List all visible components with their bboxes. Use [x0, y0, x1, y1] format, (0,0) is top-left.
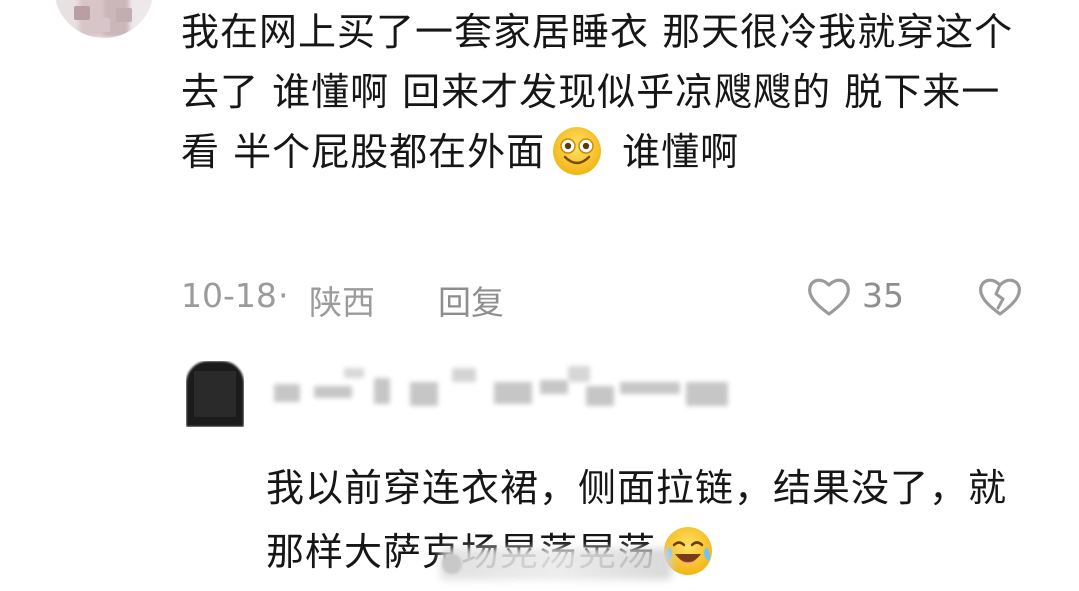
- redaction-block: [452, 368, 476, 382]
- reply-avatar[interactable]: [186, 361, 244, 427]
- redaction-block: [568, 366, 590, 382]
- redaction-block: [494, 382, 532, 404]
- commenter-avatar[interactable]: [54, 0, 154, 38]
- redaction-block: [314, 386, 352, 398]
- redaction-block: [686, 382, 728, 406]
- grinning-face-icon: [553, 127, 602, 175]
- redaction-block: [540, 380, 568, 394]
- redaction-block: [274, 384, 300, 402]
- heart-outline-icon[interactable]: [804, 272, 854, 322]
- comment-location: 陕西: [309, 283, 375, 322]
- meta-separator: ·: [278, 276, 289, 315]
- comment-text: 我在网上买了一套家居睡衣 那天很冷我就穿这个去了 谁懂啊 回来才发现似乎凉飕飕的…: [181, 2, 1031, 182]
- avatar-pixel: [74, 6, 90, 20]
- avatar-pixel: [94, 18, 110, 32]
- comment-meta: 10-18 · 陕西 回复 35: [181, 272, 1041, 322]
- redaction-block: [410, 382, 438, 406]
- comment-date: 10-18: [181, 276, 277, 315]
- comment-text-part2: 谁懂啊: [609, 130, 740, 174]
- broken-heart-icon[interactable]: [976, 272, 1024, 322]
- reply-button[interactable]: 回复: [438, 276, 504, 324]
- redaction-block: [344, 368, 364, 378]
- avatar-pixel: [194, 371, 236, 417]
- redaction-block: [374, 378, 390, 404]
- reply-username-redacted[interactable]: [270, 364, 740, 420]
- reply-text: 我以前穿连衣裙，侧面拉链，结果没了，就那样大萨克场晃荡晃荡: [266, 456, 1026, 584]
- redaction-block: [620, 382, 680, 394]
- avatar-pixel: [116, 8, 132, 22]
- crying-laughing-face-icon: [664, 527, 713, 575]
- like-count: 35: [862, 276, 904, 315]
- redaction-block: [586, 386, 614, 406]
- reply-text-body: 我以前穿连衣裙，侧面拉链，结果没了，就那样大萨克场晃荡晃荡: [266, 466, 1008, 574]
